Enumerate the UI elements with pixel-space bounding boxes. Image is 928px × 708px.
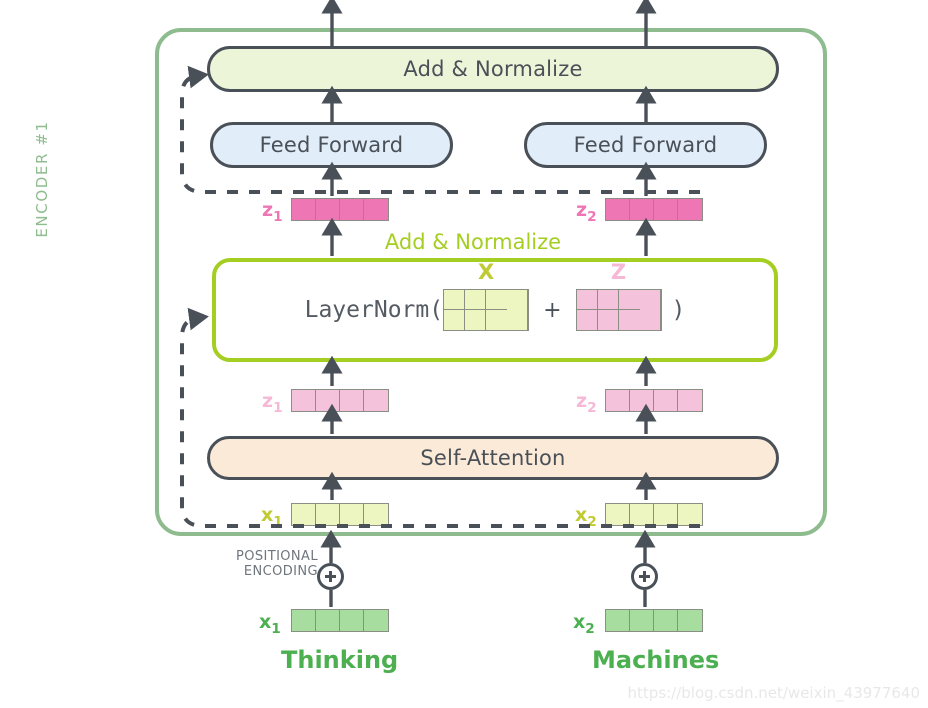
matrix-cell (639, 310, 661, 330)
vector-cell (678, 390, 702, 411)
layernorm-matrix-x: X (443, 260, 530, 331)
watermark-text: https://blog.csdn.net/weixin_43977640 (627, 684, 920, 702)
vector-cell (654, 199, 678, 220)
vector-cell (364, 610, 388, 631)
vector-cell (316, 390, 340, 411)
vector-label-x1-mid: x1 (261, 504, 283, 530)
vector-cell (630, 390, 654, 411)
vector-cell (606, 390, 630, 411)
vector-cell (654, 390, 678, 411)
matrix-cell (576, 310, 598, 330)
positional-encoding-label: POSITIONAL ENCODING (200, 549, 318, 579)
vector-cell (292, 199, 316, 220)
vector-label-x2-embedding: x2 (573, 611, 595, 637)
vector-cell (678, 199, 702, 220)
vector-x1-embedding (291, 609, 389, 632)
matrix-cell (639, 290, 661, 310)
vector-label-z1-mid: z1 (262, 390, 283, 416)
token-word-thinking: Thinking (281, 646, 399, 674)
vector-cell (364, 504, 388, 525)
vector-cell (606, 504, 630, 525)
vector-z2-top (605, 198, 703, 221)
vector-cell (292, 610, 316, 631)
vector-cell (340, 610, 364, 631)
vector-cell (292, 390, 316, 411)
self-attention-label: Self-Attention (420, 446, 566, 470)
vector-cell (364, 390, 388, 411)
vector-cell (630, 504, 654, 525)
layernorm-block[interactable]: LayerNorm( X + Z) (212, 258, 778, 362)
self-attention-block[interactable]: Self-Attention (207, 436, 779, 480)
vector-z1-mid (291, 389, 389, 412)
matrix-cell (507, 290, 529, 310)
matrix-cell (465, 310, 487, 330)
matrix-cell (576, 290, 598, 310)
matrix-cell (597, 310, 619, 330)
add-normalize-top-block[interactable]: Add & Normalize (207, 46, 779, 92)
add-normalize-inner-label: Add & Normalize (384, 230, 562, 254)
vector-x2-embedding (605, 609, 703, 632)
plus-circle-icon-left (317, 563, 344, 590)
layernorm-plus-operator: + (543, 297, 562, 323)
vector-cell (678, 610, 702, 631)
vector-cell (316, 504, 340, 525)
matrix-cell (597, 290, 619, 310)
matrix-cell (486, 290, 508, 310)
vector-cell (340, 390, 364, 411)
matrix-cell (465, 290, 487, 310)
vector-cell (340, 199, 364, 220)
feed-forward-left-block[interactable]: Feed Forward (210, 122, 453, 168)
vector-cell (630, 610, 654, 631)
matrix-cell (486, 310, 508, 330)
vector-label-z2-mid: z2 (576, 390, 597, 416)
vector-cell (292, 504, 316, 525)
vector-label-z2-top: z2 (576, 199, 597, 225)
vector-label-z1-top: z1 (262, 199, 283, 225)
vector-x2-mid (605, 503, 703, 526)
vector-z1-top (291, 198, 389, 221)
vector-label-x1-embedding: x1 (259, 611, 281, 637)
feed-forward-right-block[interactable]: Feed Forward (524, 122, 767, 168)
vector-label-x2-mid: x2 (575, 504, 597, 530)
matrix-cell (444, 310, 466, 330)
vector-cell (654, 504, 678, 525)
layernorm-matrix-x-label: X (477, 260, 495, 284)
add-normalize-top-label: Add & Normalize (403, 57, 583, 81)
vector-x1-mid (291, 503, 389, 526)
vector-cell (678, 504, 702, 525)
vector-cell (630, 199, 654, 220)
vector-z2-mid (605, 389, 703, 412)
matrix-cell (618, 310, 640, 330)
layernorm-open-paren: LayerNorm( (304, 297, 444, 323)
token-word-machines: Machines (592, 646, 720, 674)
vector-cell (654, 610, 678, 631)
feed-forward-left-label: Feed Forward (259, 133, 404, 157)
encoder-label: ENCODER #1 (33, 120, 51, 238)
vector-cell (364, 199, 388, 220)
matrix-cell (444, 290, 466, 310)
diagram-canvas: ENCODER #1 Add & Normalize Feed Forward … (0, 0, 928, 708)
vector-cell (606, 199, 630, 220)
positional-encoding-line1: POSITIONAL (235, 549, 318, 564)
plus-circle-icon-right (631, 563, 658, 590)
layernorm-matrix-z-label: Z (610, 260, 627, 284)
vector-cell (340, 504, 364, 525)
vector-cell (316, 199, 340, 220)
vector-cell (606, 610, 630, 631)
feed-forward-right-label: Feed Forward (573, 133, 718, 157)
matrix-cell (507, 310, 529, 330)
layernorm-matrix-z: Z (575, 260, 662, 331)
layernorm-close-paren: ) (671, 297, 686, 323)
positional-encoding-line2: ENCODING (243, 564, 318, 579)
vector-cell (316, 610, 340, 631)
matrix-cell (618, 290, 640, 310)
